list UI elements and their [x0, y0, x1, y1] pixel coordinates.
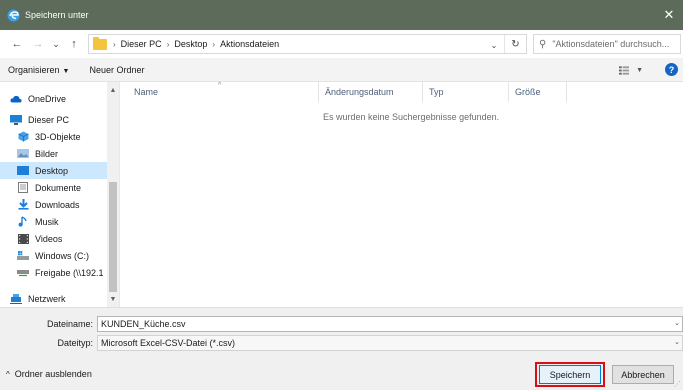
hide-folders-button[interactable]: ^ Ordner ausblenden [6, 369, 92, 379]
sidebar-item-label: Dokumente [35, 182, 82, 193]
chevron-right-icon: › [166, 39, 170, 49]
caret-down-icon: ▼ [636, 66, 643, 74]
document-icon [17, 182, 29, 193]
chevron-down-icon[interactable]: ⌄ [674, 338, 680, 346]
sidebar-item-music[interactable]: Musik [0, 213, 107, 230]
title-bar: Speichern unter ✕ [0, 0, 683, 30]
resize-grip-icon[interactable]: ⋰ [674, 380, 681, 388]
file-list[interactable]: ^ Name Änderungsdatum Typ Größe Es wurde… [120, 82, 683, 307]
sidebar-item-label: Musik [35, 216, 59, 227]
column-header-modified[interactable]: Änderungsdatum [319, 82, 423, 102]
chevron-right-icon: › [113, 39, 116, 49]
close-icon[interactable]: ✕ [655, 0, 683, 30]
breadcrumb-desktop[interactable]: Desktop [174, 39, 207, 49]
sidebar-item-documents[interactable]: Dokumente [0, 179, 107, 196]
search-placeholder: "Aktionsdateien" durchsuch... [552, 39, 670, 49]
search-icon: ⚲ [539, 38, 547, 50]
filetype-label: Dateityp: [57, 338, 93, 348]
filetype-select[interactable]: Microsoft Excel-CSV-Datei (*.csv) ⌄ [97, 335, 683, 351]
organize-button[interactable]: Organisieren ▼ [8, 65, 69, 75]
cancel-button[interactable]: Abbrechen [612, 365, 674, 384]
sidebar-item-label: Desktop [35, 165, 69, 176]
view-options-icon[interactable]: ▼ [619, 64, 643, 76]
sidebar-item-network[interactable]: Netzwerk [0, 290, 107, 307]
network-icon [10, 293, 22, 304]
sidebar-item-label: Videos [35, 233, 63, 244]
sidebar-item-downloads[interactable]: Downloads [0, 196, 107, 213]
filename-value: KUNDEN_Küche.csv [101, 319, 186, 329]
save-button[interactable]: Speichern [539, 365, 601, 384]
save-form: Dateiname: KUNDEN_Küche.csv ⌄ Dateityp: … [0, 307, 683, 390]
new-folder-button[interactable]: Neuer Ordner [89, 65, 144, 75]
empty-results-message: Es wurden keine Suchergebnisse gefunden. [323, 112, 500, 122]
column-header-type[interactable]: Typ [423, 82, 509, 102]
network-drive-icon [17, 268, 29, 278]
window-title: Speichern unter [25, 10, 89, 20]
sidebar-item-pictures[interactable]: Bilder [0, 145, 107, 162]
filename-field[interactable]: KUNDEN_Küche.csv ⌄ [97, 316, 683, 332]
sidebar-item-3d-objects[interactable]: 3D-Objekte [0, 128, 107, 145]
sidebar-item-label: 3D-Objekte [35, 131, 81, 142]
video-icon [17, 233, 29, 244]
music-icon [17, 216, 29, 227]
filetype-value: Microsoft Excel-CSV-Datei (*.csv) [101, 338, 236, 348]
desktop-icon [17, 166, 29, 176]
navigation-bar: ← → ⌄ ↑ › Dieser PC › Desktop › Aktionsd… [0, 30, 683, 58]
search-input[interactable]: ⚲ "Aktionsdateien" durchsuch... [533, 34, 681, 54]
sidebar-scrollbar[interactable]: ▲ ▼ [107, 82, 119, 307]
sidebar-item-this-pc[interactable]: Dieser PC [0, 111, 107, 128]
sidebar-item-label: Downloads [35, 199, 80, 210]
chevron-down-icon[interactable]: ⌄ [674, 319, 680, 327]
column-header-size[interactable]: Größe [509, 82, 567, 102]
command-bar: Organisieren ▼ Neuer Ordner ▼ ? [0, 58, 683, 82]
sidebar-item-onedrive[interactable]: OneDrive [0, 90, 107, 107]
refresh-icon[interactable]: ↻ [504, 35, 526, 53]
computer-icon [10, 114, 22, 125]
breadcrumb-aktionsdateien[interactable]: Aktionsdateien [220, 39, 279, 49]
sidebar-item-label: Bilder [35, 148, 59, 159]
scroll-up-icon[interactable]: ▲ [107, 84, 119, 96]
download-icon [17, 199, 29, 210]
edge-app-icon [6, 8, 20, 22]
filename-label: Dateiname: [46, 319, 93, 329]
sidebar-item-share[interactable]: Freigabe (\\192.1 [0, 264, 107, 281]
column-header-name[interactable]: Name [128, 82, 319, 102]
chevron-up-icon: ^ [6, 369, 10, 379]
sidebar-item-videos[interactable]: Videos [0, 230, 107, 247]
scrollbar-thumb[interactable] [109, 182, 117, 292]
pictures-icon [17, 149, 29, 159]
sidebar-item-label: OneDrive [28, 93, 67, 104]
back-arrow-icon[interactable]: ← [9, 34, 25, 54]
sidebar-item-windows-c[interactable]: Windows (C:) [0, 247, 107, 264]
cloud-icon [10, 94, 22, 104]
up-arrow-icon[interactable]: ↑ [66, 34, 82, 54]
scroll-down-icon[interactable]: ▼ [107, 293, 119, 305]
organize-label: Organisieren [8, 64, 60, 75]
navigation-pane: OneDrive Dieser PC 3D-Objekte Bilder Des… [0, 82, 120, 307]
sidebar-item-desktop[interactable]: Desktop [0, 162, 107, 179]
sidebar-item-label: Netzwerk [28, 293, 66, 304]
breadcrumb-this-pc[interactable]: Dieser PC [121, 39, 162, 49]
cube-icon [17, 131, 29, 142]
folder-icon [93, 36, 107, 50]
caret-down-icon: ▼ [62, 67, 70, 75]
help-icon[interactable]: ? [665, 63, 678, 76]
forward-arrow-icon[interactable]: → [30, 34, 46, 54]
chevron-right-icon: › [212, 39, 216, 49]
chevron-down-icon[interactable]: ⌄ [488, 38, 500, 52]
address-bar[interactable]: › Dieser PC › Desktop › Aktionsdateien ⌄… [88, 34, 527, 54]
recent-locations-icon[interactable]: ⌄ [48, 34, 64, 54]
sidebar-item-label: Dieser PC [28, 114, 70, 125]
drive-icon [17, 251, 29, 261]
sidebar-item-label: Freigabe (\\192.1 [35, 267, 104, 278]
sidebar-item-label: Windows (C:) [35, 250, 90, 261]
hide-folders-label: Ordner ausblenden [14, 369, 92, 379]
